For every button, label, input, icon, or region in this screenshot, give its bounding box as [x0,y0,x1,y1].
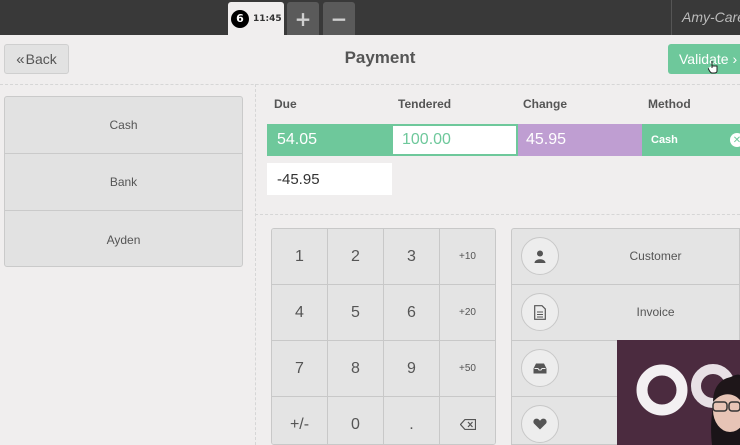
order-time: 11:45 [253,13,282,24]
order-tab[interactable]: 6 11:45 [228,2,284,35]
column-header-tendered: Tendered [398,97,452,111]
payment-method-cash[interactable]: Cash [5,97,242,154]
numpad-key-8[interactable]: 8 [328,341,384,397]
numpad-key-6[interactable]: 6 [384,285,440,341]
user-separator [671,0,672,35]
backspace-icon [459,419,476,430]
column-header-method: Method [648,97,691,111]
validate-button[interactable]: Validate › [668,44,740,74]
numpad-key-plus10[interactable]: +10 [440,229,495,285]
numpad-key-decimal[interactable]: . [384,397,440,444]
numpad-key-backspace[interactable] [440,397,495,444]
hand-cursor-icon [708,61,718,74]
paymentline-change[interactable]: 45.95 [518,124,642,156]
invoice-label: Invoice [636,305,675,319]
invoice-button[interactable]: Invoice [512,285,739,341]
numpad-key-1[interactable]: 1 [272,229,328,285]
inbox-icon [521,349,559,387]
customer-label: Customer [629,249,682,263]
webcam-overlay [617,340,740,445]
numpad-key-plus50[interactable]: +50 [440,341,495,397]
presenter-video-image [617,340,740,445]
numpad-key-0[interactable]: 0 [328,397,384,444]
payment-method-bank[interactable]: Bank [5,154,242,211]
header-divider [0,84,740,85]
user-name[interactable]: Amy-Care [682,9,740,25]
back-label: Back [25,51,57,67]
payment-methods-list: Cash Bank Ayden [4,96,243,267]
numpad: 1 2 3 +10 4 5 6 +20 7 8 9 +50 +/- 0 . [271,228,496,445]
customer-button[interactable]: Customer [512,229,739,285]
numpad-key-4[interactable]: 4 [272,285,328,341]
numpad-key-plus20[interactable]: +20 [440,285,495,341]
numpad-key-9[interactable]: 9 [384,341,440,397]
numpad-key-7[interactable]: 7 [272,341,328,397]
double-chevron-left-icon: « [16,50,25,68]
numpad-key-2[interactable]: 2 [328,229,384,285]
heart-icon [521,405,559,443]
numpad-key-5[interactable]: 5 [328,285,384,341]
remove-order-button[interactable]: − [323,2,355,35]
order-number-badge: 6 [231,9,249,28]
delete-paymentline-icon[interactable]: ✕ [730,133,740,147]
paymentlines-divider [255,214,740,215]
add-order-button[interactable]: + [287,2,319,35]
top-bar: 6 11:45 + − Amy-Care [0,0,740,35]
page-title: Payment [344,48,416,67]
back-button[interactable]: « Back [4,44,69,74]
paymentline-tendered-input[interactable]: 100.00 [391,124,518,156]
numpad-key-3[interactable]: 3 [384,229,440,285]
remaining-amount: -45.95 [267,163,392,195]
paymentline-method[interactable]: Cash [642,124,740,156]
column-header-due: Due [274,97,297,111]
paymentline-due[interactable]: 54.05 [267,124,392,156]
payment-method-ayden[interactable]: Ayden [5,211,242,268]
panel-divider [255,84,256,445]
user-icon [521,237,559,275]
column-header-change: Change [523,97,568,111]
file-icon [521,293,559,331]
numpad-key-plus-minus[interactable]: +/- [272,397,328,444]
